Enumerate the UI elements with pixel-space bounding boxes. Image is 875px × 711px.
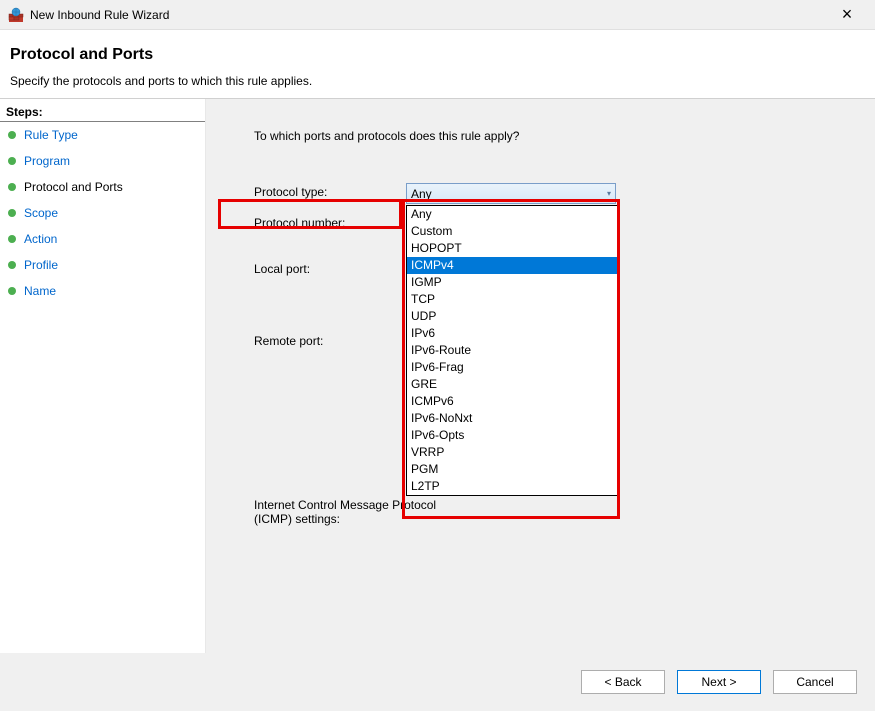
bullet-icon <box>8 209 16 217</box>
main-question: To which ports and protocols does this r… <box>254 129 855 143</box>
dropdown-item[interactable]: IPv6-Opts <box>407 427 617 444</box>
step-label: Profile <box>24 258 58 272</box>
bullet-icon <box>8 183 16 191</box>
protocol-type-dropdown: Any Custom HOPOPT ICMPv4 IGMP TCP UDP IP… <box>406 205 618 496</box>
dropdown-item[interactable]: UDP <box>407 308 617 325</box>
step-label: Name <box>24 284 56 298</box>
sidebar-item-scope[interactable]: Scope <box>0 200 205 226</box>
dropdown-item[interactable]: L2TP <box>407 478 617 495</box>
dropdown-item[interactable]: IPv6 <box>407 325 617 342</box>
sidebar-item-protocol-and-ports[interactable]: Protocol and Ports <box>0 174 205 200</box>
sidebar-item-name[interactable]: Name <box>0 278 205 304</box>
sidebar-item-profile[interactable]: Profile <box>0 252 205 278</box>
steps-heading: Steps: <box>0 99 205 122</box>
page-subtitle: Specify the protocols and ports to which… <box>10 74 865 88</box>
dropdown-item[interactable]: Custom <box>407 223 617 240</box>
local-port-label: Local port: <box>254 260 406 276</box>
step-label: Scope <box>24 206 58 220</box>
icmp-settings-label: Internet Control Message Protocol (ICMP)… <box>254 496 436 526</box>
dropdown-item[interactable]: IGMP <box>407 274 617 291</box>
page-title: Protocol and Ports <box>10 46 865 64</box>
firewall-icon <box>8 7 24 23</box>
dropdown-item[interactable]: ICMPv4 <box>407 257 617 274</box>
dropdown-item[interactable]: Any <box>407 206 617 223</box>
protocol-number-label: Protocol number: <box>254 214 406 230</box>
dropdown-item[interactable]: TCP <box>407 291 617 308</box>
dropdown-item[interactable]: GRE <box>407 376 617 393</box>
protocol-type-label: Protocol type: <box>254 183 406 199</box>
dropdown-item[interactable]: PGM <box>407 461 617 478</box>
dropdown-item[interactable]: VRRP <box>407 444 617 461</box>
next-button[interactable]: Next > <box>677 670 761 694</box>
chevron-down-icon: ▾ <box>607 189 611 198</box>
bullet-icon <box>8 157 16 165</box>
window-title: New Inbound Rule Wizard <box>30 8 827 22</box>
sidebar-item-rule-type[interactable]: Rule Type <box>0 122 205 148</box>
steps-sidebar: Steps: Rule Type Program Protocol and Po… <box>0 99 206 653</box>
protocol-type-combo[interactable]: Any ▾ Any Custom HOPOPT ICMPv4 IGMP TCP … <box>406 183 616 204</box>
step-label: Program <box>24 154 70 168</box>
dropdown-item[interactable]: HOPOPT <box>407 240 617 257</box>
sidebar-item-action[interactable]: Action <box>0 226 205 252</box>
step-label: Rule Type <box>24 128 78 142</box>
remote-port-label: Remote port: <box>254 332 406 348</box>
bullet-icon <box>8 131 16 139</box>
back-button[interactable]: < Back <box>581 670 665 694</box>
page-header: Protocol and Ports Specify the protocols… <box>0 30 875 99</box>
dropdown-item[interactable]: IPv6-Frag <box>407 359 617 376</box>
bullet-icon <box>8 235 16 243</box>
titlebar: New Inbound Rule Wizard × <box>0 0 875 30</box>
dropdown-item[interactable]: ICMPv6 <box>407 393 617 410</box>
close-button[interactable]: × <box>827 4 867 25</box>
dropdown-item[interactable]: IPv6-Route <box>407 342 617 359</box>
sidebar-item-program[interactable]: Program <box>0 148 205 174</box>
main-panel: To which ports and protocols does this r… <box>206 99 875 653</box>
dropdown-item[interactable]: IPv6-NoNxt <box>407 410 617 427</box>
cancel-button[interactable]: Cancel <box>773 670 857 694</box>
protocol-type-value: Any <box>411 187 432 201</box>
bullet-icon <box>8 287 16 295</box>
step-label: Protocol and Ports <box>24 180 123 194</box>
bullet-icon <box>8 261 16 269</box>
step-label: Action <box>24 232 57 246</box>
footer-buttons: < Back Next > Cancel <box>0 653 875 711</box>
